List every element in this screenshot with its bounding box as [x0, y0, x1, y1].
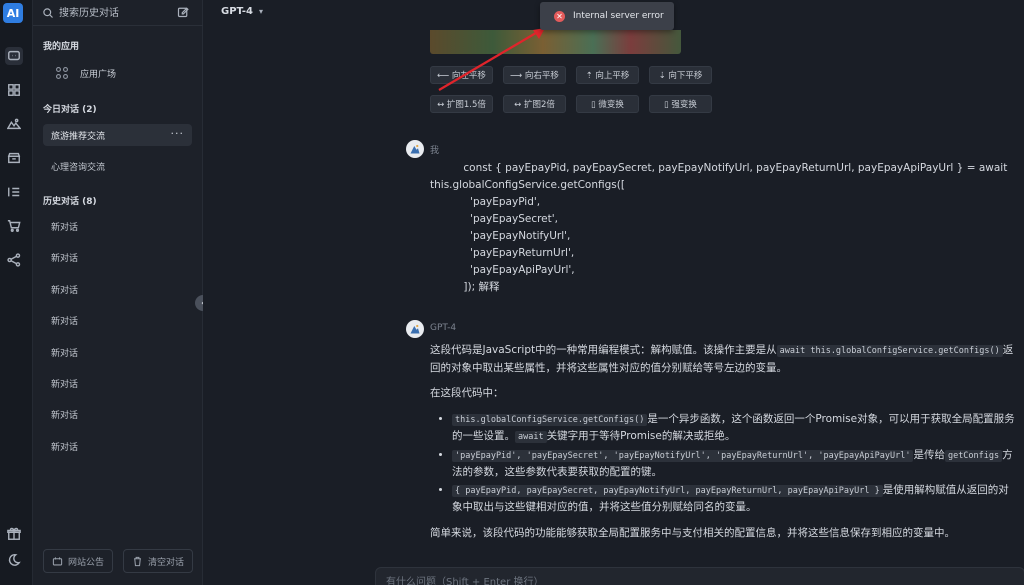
- search-icon: [42, 7, 54, 19]
- today-item-label: 旅游推荐交流: [51, 131, 106, 142]
- chat-input-bar: [375, 567, 1024, 585]
- moon-icon[interactable]: [5, 551, 23, 569]
- today-item-psychology[interactable]: 心理咨询交流: [43, 155, 192, 177]
- shift-down-button[interactable]: ⇣ 向下平移: [649, 66, 712, 84]
- share-icon[interactable]: [5, 251, 23, 269]
- today-item-label: 心理咨询交流: [51, 162, 106, 173]
- more-icon[interactable]: ···: [171, 127, 185, 140]
- history-item-label: 新对话: [51, 285, 79, 296]
- today-item-travel[interactable]: 旅游推荐交流 ···: [43, 124, 192, 146]
- user-avatar: [406, 140, 424, 158]
- app-plaza-item[interactable]: 应用广场: [43, 60, 193, 86]
- user-sender-name: 我: [430, 146, 440, 156]
- chat-main: GPT-4 ▾ ⟵ 向左平移 ⟶ 向右平移 ⇡ 向上平移 ⇣ 向下平移 ↔ 扩图…: [203, 0, 1024, 585]
- apps-icon[interactable]: [5, 81, 23, 99]
- answer-paragraph: 简单来说，该段代码的功能能够获取全局配置服务中与支付相关的配置信息，并将这些信息…: [430, 526, 955, 539]
- history-item-label: 新对话: [51, 410, 79, 421]
- chevron-down-icon: ▾: [259, 7, 264, 16]
- list-item: this.globalConfigService.getConfigs()是一个…: [452, 411, 1015, 446]
- trash-icon: [134, 556, 141, 566]
- shift-up-button[interactable]: ⇡ 向上平移: [576, 66, 639, 84]
- subtle-variation-button[interactable]: ▯ 微变换: [576, 95, 639, 113]
- history-item-label: 新对话: [51, 316, 79, 327]
- error-toast: ✕ Internal server error: [540, 2, 674, 30]
- announcement-button[interactable]: 网站公告: [43, 549, 113, 573]
- history-item[interactable]: 新对话: [43, 278, 192, 300]
- list-icon[interactable]: [5, 183, 23, 201]
- gift-icon[interactable]: [5, 525, 23, 543]
- history-item[interactable]: 新对话: [43, 246, 192, 268]
- chat-input[interactable]: [386, 574, 986, 585]
- assistant-avatar: [406, 320, 424, 338]
- cart-icon[interactable]: [5, 217, 23, 235]
- assistant-message-text: 这段代码是JavaScript中的一种常用编程模式：解构赋值。该操作主要是从 aw…: [430, 342, 1015, 550]
- new-chat-edit-icon[interactable]: [177, 6, 191, 20]
- search-input[interactable]: [59, 4, 169, 22]
- history-item[interactable]: 新对话: [43, 309, 192, 331]
- list-item: 'payEpayPid', 'payEpaySecret', 'payEpayN…: [452, 447, 1015, 481]
- store-icon[interactable]: [5, 149, 23, 167]
- app-logo: AI: [3, 3, 23, 23]
- list-item: { payEpayPid, payEpaySecret, payEpayNoti…: [452, 482, 1015, 516]
- my-apps-title: 我的应用: [43, 42, 80, 52]
- strong-variation-button[interactable]: ▯ 强变换: [649, 95, 712, 113]
- icon-rail: AI: [0, 0, 33, 585]
- history-title: 历史对话 (8): [43, 197, 97, 207]
- history-item-label: 新对话: [51, 222, 79, 233]
- model-label: GPT-4: [221, 6, 253, 17]
- today-title: 今日对话 (2): [43, 105, 97, 115]
- app-plaza-label: 应用广场: [80, 69, 117, 80]
- announcement-label: 网站公告: [67, 557, 104, 568]
- answer-list: this.globalConfigService.getConfigs()是一个…: [452, 411, 1015, 516]
- history-item[interactable]: 新对话: [43, 341, 192, 363]
- toast-message: Internal server error: [573, 11, 664, 21]
- search-row: [33, 0, 203, 26]
- app-grid-icon: [55, 66, 69, 80]
- announcement-icon: [52, 556, 63, 565]
- assistant-sender-name: GPT-4: [430, 323, 457, 333]
- history-item[interactable]: 新对话: [43, 403, 192, 425]
- history-item[interactable]: 新对话: [43, 215, 192, 237]
- history-item-label: 新对话: [51, 253, 79, 264]
- user-message-text: const { payEpayPid, payEpaySecret, payEp…: [430, 162, 1008, 293]
- history-item[interactable]: 新对话: [43, 372, 192, 394]
- history-item[interactable]: 新对话: [43, 435, 192, 457]
- clear-chats-button[interactable]: 清空对话: [123, 549, 193, 573]
- history-item-label: 新对话: [51, 348, 79, 359]
- model-selector[interactable]: GPT-4 ▾: [221, 6, 263, 17]
- sidebar: 我的应用 应用广场 今日对话 (2) 旅游推荐交流 ··· 心理咨询交流 历史对…: [33, 0, 203, 585]
- image-icon[interactable]: [5, 115, 23, 133]
- chat-icon[interactable]: [5, 47, 23, 65]
- error-icon: ✕: [554, 10, 565, 22]
- history-item-label: 新对话: [51, 379, 79, 390]
- history-item-label: 新对话: [51, 442, 79, 453]
- answer-paragraph: 在这段代码中：: [430, 387, 504, 399]
- annotation-arrow: [438, 28, 545, 91]
- clear-chats-label: 清空对话: [147, 557, 184, 568]
- answer-paragraph: 这段代码是JavaScript中的一种常用编程模式：解构赋值。该操作主要是从 aw…: [430, 344, 1014, 374]
